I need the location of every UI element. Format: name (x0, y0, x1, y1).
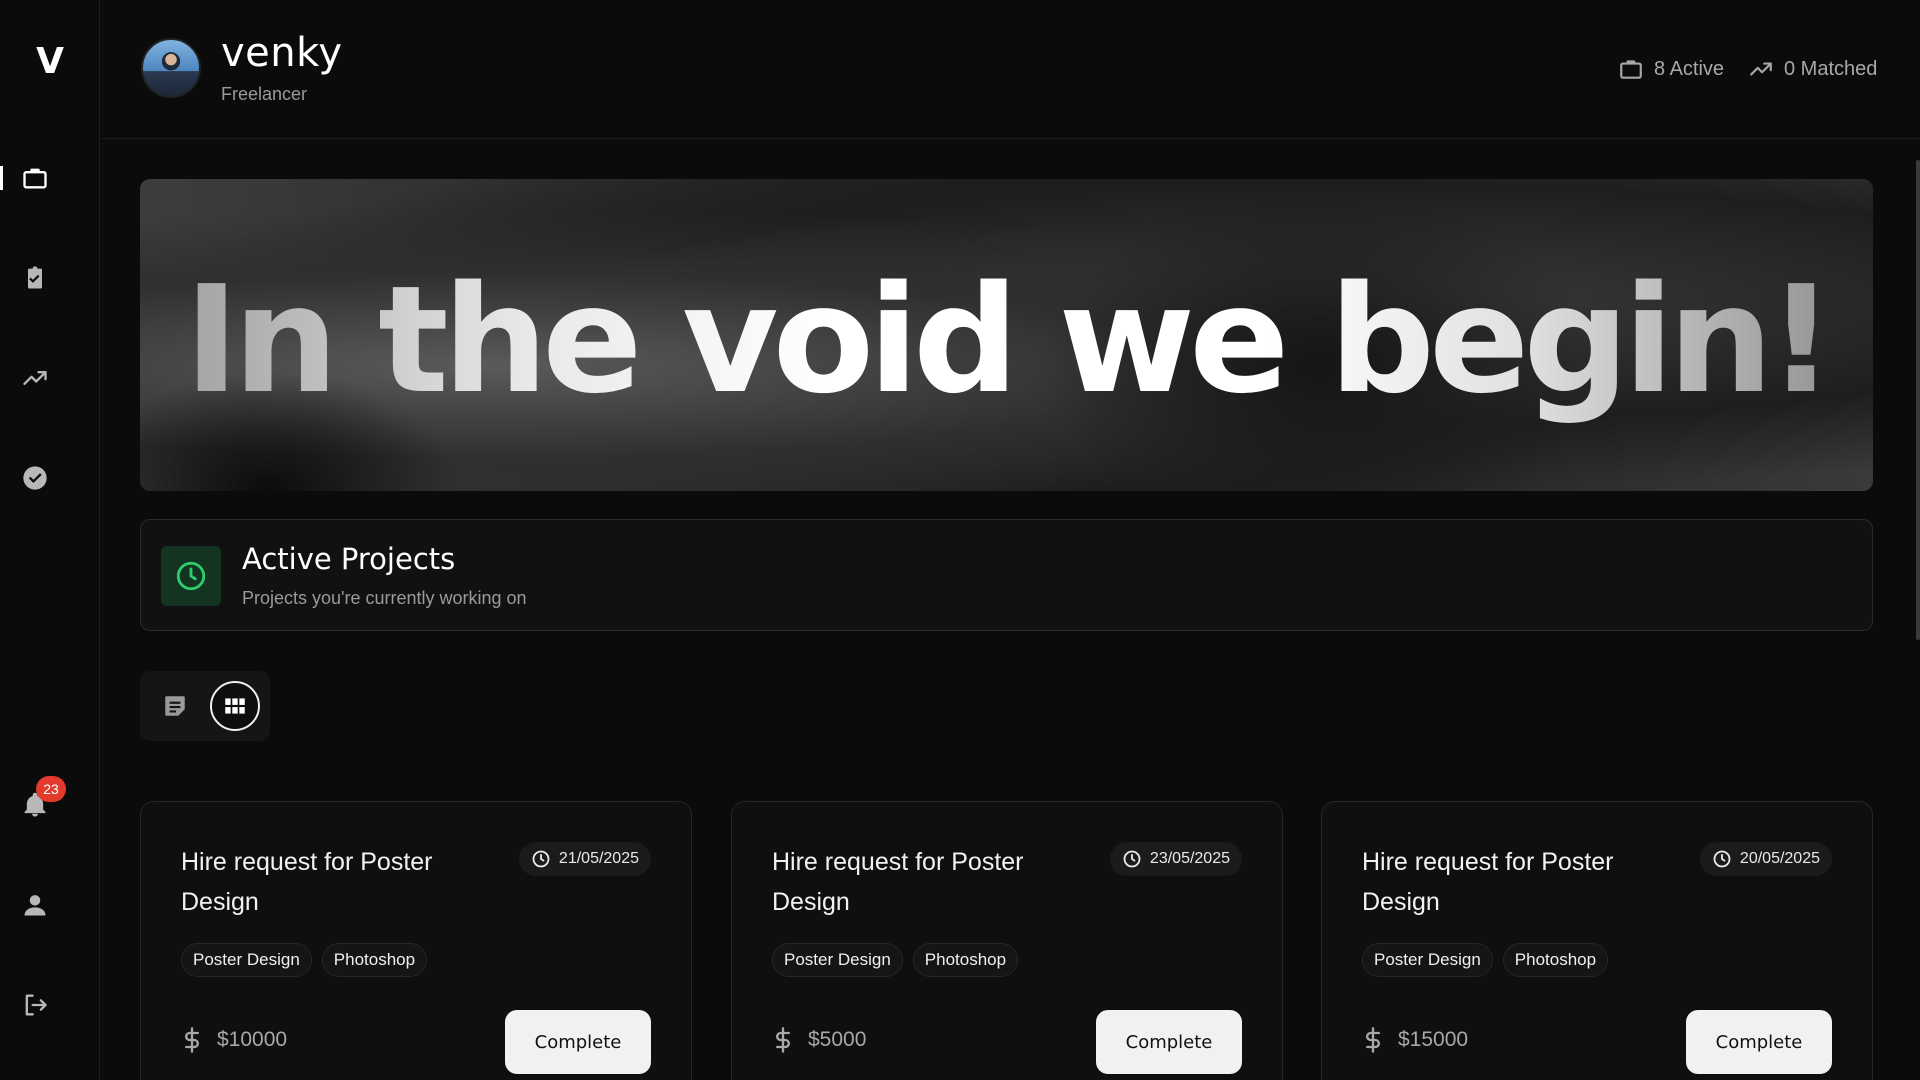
clock-icon (1122, 849, 1142, 869)
logout-icon (21, 991, 49, 1019)
due-date: 20/05/2025 (1699, 842, 1832, 876)
matched-count: 0 Matched (1784, 57, 1878, 80)
card-title: Hire request for Poster Design (1362, 848, 1614, 916)
nav-projects[interactable] (0, 148, 100, 208)
active-indicator (0, 166, 3, 190)
complete-button[interactable]: Complete (1686, 1010, 1832, 1074)
avatar[interactable] (141, 38, 201, 98)
clock-icon (531, 849, 551, 869)
nav-tasks[interactable] (0, 248, 100, 308)
active-projects-panel: Active Projects Projects you're currentl… (140, 519, 1873, 631)
panel-subtitle: Projects you're currently working on (242, 588, 527, 608)
user-icon (21, 891, 49, 919)
due-date: 23/05/2025 (1109, 842, 1242, 876)
price-value: $15000 (1398, 1028, 1469, 1051)
briefcase-icon (1618, 56, 1644, 82)
dollar-icon (772, 1026, 794, 1054)
active-count: 8 Active (1654, 57, 1725, 80)
nav-logout[interactable] (0, 975, 100, 1035)
grid-view-button[interactable] (210, 681, 260, 731)
card-title: Hire request for Poster Design (772, 848, 1024, 916)
date-text: 23/05/2025 (1149, 850, 1230, 867)
view-toggle (140, 671, 270, 741)
active-projects-stat: 8 Active (1618, 56, 1724, 82)
nav-completed[interactable] (0, 448, 100, 508)
price-value: $5000 (808, 1028, 867, 1051)
tag: Photoshop (912, 943, 1019, 977)
tag: Poster Design (181, 943, 312, 977)
due-date: 21/05/2025 (518, 842, 651, 876)
trending-up-icon (1748, 56, 1774, 82)
top-header: venky Freelancer 8 Active 0 Matched (101, 0, 1920, 139)
dollar-icon (181, 1026, 203, 1054)
tag: Photoshop (1502, 943, 1609, 977)
date-text: 20/05/2025 (1739, 850, 1820, 867)
card-title: Hire request for Poster Design (181, 848, 433, 916)
clock-icon (1712, 849, 1732, 869)
matched-stat: 0 Matched (1748, 56, 1877, 82)
tag-list: Poster Design Photoshop (181, 943, 428, 977)
project-card[interactable]: Hire request for Poster Design 23/05/202… (731, 801, 1283, 1080)
tag-list: Poster Design Photoshop (772, 943, 1019, 977)
briefcase-icon (21, 164, 49, 192)
nav-analytics[interactable] (0, 348, 100, 408)
tag: Photoshop (321, 943, 428, 977)
nav-profile[interactable] (0, 875, 100, 935)
price: $5000 (772, 1026, 866, 1054)
sidebar: V 23 (0, 0, 100, 1080)
complete-button[interactable]: Complete (505, 1010, 651, 1074)
hero-title: In the void we begin! (140, 179, 1873, 491)
panel-title: Active Projects (242, 542, 456, 576)
hero-banner: In the void we begin! (140, 179, 1873, 491)
grid-view-icon (222, 693, 248, 719)
clipboard-check-icon (21, 264, 49, 292)
dollar-icon (1362, 1026, 1384, 1054)
user-role: Freelancer (221, 84, 308, 104)
tag: Poster Design (772, 943, 903, 977)
trending-up-icon (21, 364, 49, 392)
tag-list: Poster Design Photoshop (1362, 943, 1609, 977)
scrollbar[interactable] (1916, 160, 1920, 640)
price: $10000 (181, 1026, 287, 1054)
price-value: $10000 (217, 1028, 288, 1051)
notification-badge: 23 (36, 776, 66, 802)
price: $15000 (1362, 1026, 1468, 1054)
project-card[interactable]: Hire request for Poster Design 20/05/202… (1321, 801, 1873, 1080)
complete-button[interactable]: Complete (1096, 1010, 1242, 1074)
project-card[interactable]: Hire request for Poster Design 21/05/202… (140, 801, 692, 1080)
app-root: V 23 venky Freelancer 8 Active 0 Matched… (0, 0, 1920, 1080)
date-text: 21/05/2025 (558, 850, 639, 867)
tag: Poster Design (1362, 943, 1493, 977)
clock-icon (161, 546, 221, 606)
check-circle-icon (21, 464, 49, 492)
app-logo[interactable]: V (30, 40, 70, 84)
list-view-button[interactable] (150, 681, 200, 731)
username: venky (221, 30, 343, 76)
list-view-icon (162, 693, 188, 719)
